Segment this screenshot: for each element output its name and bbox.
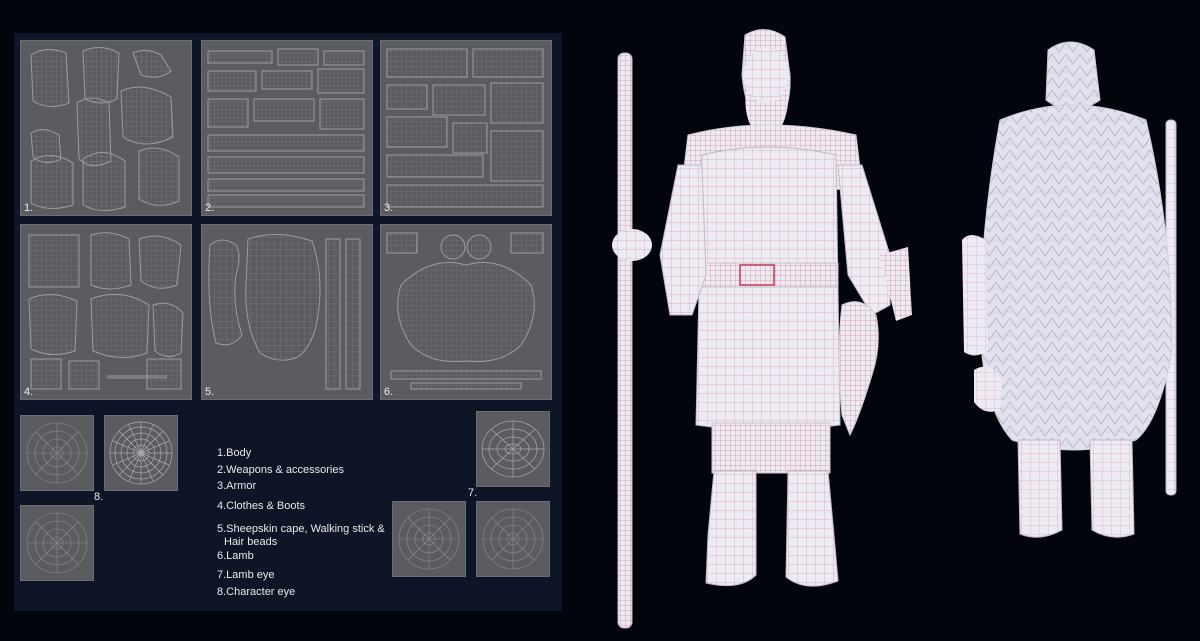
eye-uv-wireframe (26, 512, 88, 574)
legend-item-body: 1.Body (217, 447, 252, 459)
uv-label-5: 5. (205, 386, 215, 398)
legend-item-cape-cont: Hair beads (224, 536, 278, 548)
armor-uv-wireframe (386, 48, 544, 208)
cape-uv-wireframe (208, 233, 361, 390)
uv-label-7: 7. (468, 487, 478, 499)
weapons-uv-wireframe (207, 48, 365, 208)
uv-label-4: 4. (24, 386, 34, 398)
uv-label-8: 8. (94, 491, 104, 503)
uv-tile-lamb-eye-b (392, 501, 466, 577)
lamb-eye-uv-wireframe (481, 420, 545, 478)
uv-tile-cape: 5. (201, 224, 373, 400)
legend-item-lamb: 6.Lamb (217, 550, 254, 562)
uv-tile-armor: 3. (380, 40, 552, 216)
uv-label-3: 3. (384, 202, 394, 214)
uv-tile-character-eye-c (20, 505, 94, 581)
legend-item-character-eye: 8.Character eye (217, 586, 296, 598)
legend-item-armor: 3.Armor (217, 480, 257, 492)
uv-label-2: 2. (205, 202, 215, 214)
clothes-uv-wireframe (28, 232, 184, 390)
body-uv-wireframe (30, 47, 180, 211)
eye-uv-wireframe (109, 421, 173, 485)
lamb-uv-wireframe (386, 232, 544, 390)
character-back-view (962, 41, 1177, 538)
uv-tile-character-eye-a (20, 415, 94, 491)
uv-label-6: 6. (384, 386, 394, 398)
uv-tile-lamb-eye-a (476, 411, 550, 487)
uv-tile-lamb: 6. (380, 224, 552, 400)
uv-panel: 1. 2. 3. 4. 5. 6. 8. 1.Body 2.Weapons & … (14, 33, 562, 611)
legend-item-lamb-eye: 7.Lamb eye (217, 569, 275, 581)
uv-tile-body: 1. (20, 40, 192, 216)
uv-tile-character-eye-b (104, 415, 178, 491)
lamb-eye-uv-wireframe (398, 508, 460, 570)
legend-item-clothes: 4.Clothes & Boots (217, 500, 306, 512)
uv-tile-clothes: 4. (20, 224, 192, 400)
character-front-view (612, 29, 912, 629)
eye-uv-wireframe (26, 422, 88, 484)
legend-item-weapons: 2.Weapons & accessories (217, 464, 344, 476)
uv-tile-weapons: 2. (201, 40, 373, 216)
legend-item-cape: 5.Sheepskin cape, Walking stick & (217, 523, 385, 535)
lamb-eye-uv-wireframe (482, 508, 544, 570)
uv-tile-lamb-eye-c (476, 501, 550, 577)
uv-label-1: 1. (24, 202, 34, 214)
